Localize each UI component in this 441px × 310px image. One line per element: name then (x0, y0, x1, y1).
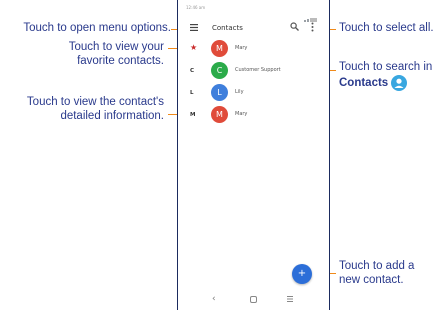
menu-icon[interactable] (190, 24, 198, 31)
avatar: L (211, 84, 228, 101)
contact-row[interactable]: M M Mary (178, 106, 329, 126)
index-letter: M (190, 112, 196, 118)
callout-select-all: Touch to select all. (339, 22, 434, 34)
contact-name: Customer Support (235, 67, 281, 73)
home-icon[interactable] (250, 296, 257, 303)
contact-row[interactable]: C C Customer Support (178, 62, 329, 82)
callout-favorites: Touch to view your favorite contacts. (68, 41, 164, 67)
contact-row-favorite[interactable]: ★ M Mary (178, 40, 329, 60)
index-letter: L (190, 90, 194, 96)
navigation-bar: ‹ (178, 288, 329, 310)
contact-name: Mary (235, 45, 248, 51)
page-title: Contacts (212, 24, 243, 32)
callout-details: Touch to view the contact's detailed inf… (26, 96, 164, 122)
search-icon[interactable] (290, 22, 299, 31)
more-options-icon[interactable] (311, 22, 314, 32)
contacts-app-icon (391, 74, 408, 91)
index-letter: C (190, 68, 195, 74)
contact-name: Mary (235, 111, 248, 117)
avatar: M (211, 40, 228, 57)
avatar: C (211, 62, 228, 79)
callout-search: Touch to search in Contacts (339, 61, 433, 91)
back-icon[interactable]: ‹ (212, 294, 216, 304)
callout-add-contact: Touch to add a new contact. (339, 260, 415, 286)
contact-row[interactable]: L L Lily (178, 84, 329, 104)
status-time: 12:46 am (186, 5, 206, 10)
favorite-star-icon[interactable]: ★ (190, 43, 197, 52)
avatar: M (211, 106, 228, 123)
status-icons (303, 4, 321, 22)
add-contact-button[interactable]: + (292, 264, 312, 284)
callout-menu: Touch to open menu options. (23, 22, 171, 34)
phone-screen: 12:46 am Contacts ★ M Mary C C Customer … (177, 0, 330, 310)
recent-apps-icon[interactable] (287, 296, 293, 302)
contact-name: Lily (235, 89, 244, 95)
